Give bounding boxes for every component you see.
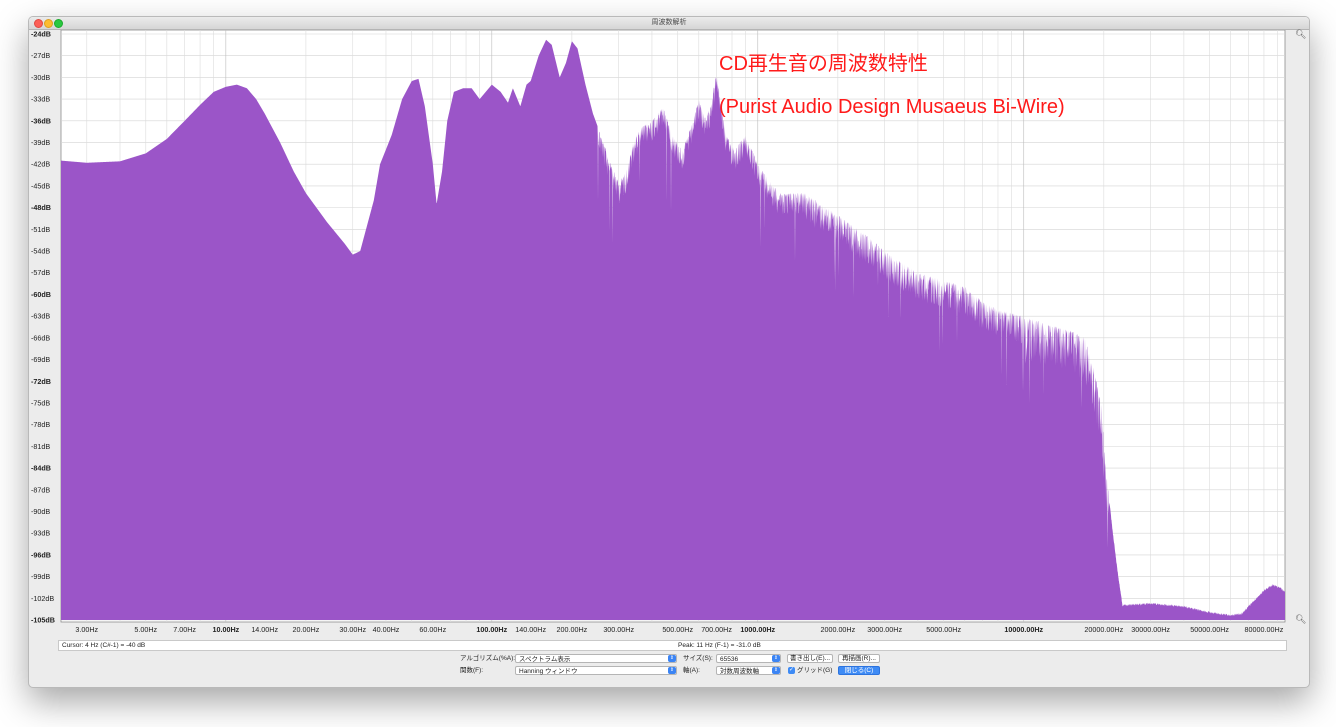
y-tick-label: -105dB [31, 616, 55, 625]
x-tick-label: 20000.00Hz [1084, 625, 1123, 634]
redraw-button[interactable]: 再描画(R)... [838, 654, 880, 663]
y-tick-label: -87dB [31, 485, 50, 494]
close-button[interactable]: 閉じる(C) [838, 666, 880, 675]
x-tick-label: 700.00Hz [701, 625, 732, 634]
annotation-subtitle: (Purist Audio Design Musaeus Bi-Wire) [719, 96, 1065, 118]
axis-select[interactable]: 対数周波数軸 ⇕ [716, 666, 781, 675]
y-tick-label: -57dB [31, 268, 50, 277]
y-tick-label: -27dB [31, 51, 50, 60]
size-select-value: 65536 [720, 656, 739, 663]
y-tick-label: -63dB [31, 312, 50, 321]
grid-checkbox[interactable]: ✓ [788, 667, 795, 674]
x-tick-label: 50000.00Hz [1190, 625, 1229, 634]
magnifier-icon[interactable]: 🔍︎ [1295, 29, 1306, 40]
x-tick-label: 60.00Hz [419, 625, 446, 634]
x-tick-label: 7.00Hz [173, 625, 196, 634]
chevron-updown-icon: ⇕ [772, 667, 780, 674]
algorithm-label: アルゴリズム(%A): [460, 655, 516, 662]
magnifier-icon[interactable]: 🔍︎ [1295, 614, 1306, 625]
function-label: 関数(F): [460, 667, 484, 674]
export-button[interactable]: 書き出し(E)... [787, 654, 833, 663]
y-tick-label: -42dB [31, 160, 50, 169]
x-tick-label: 30.00Hz [339, 625, 366, 634]
x-tick-label: 80000.00Hz [1245, 625, 1284, 634]
y-tick-label: -69dB [31, 355, 50, 364]
x-tick-label: 30000.00Hz [1131, 625, 1170, 634]
spectrum-analysis-window: 周波数解析 -24dB -27dB -30dB -33dB -36dB -39dB -42d… [28, 16, 1310, 688]
y-tick-label: -30dB [31, 73, 50, 82]
chevron-updown-icon: ⇕ [772, 655, 780, 662]
x-tick-label: 3.00Hz [75, 625, 98, 634]
algorithm-select-value: スペクトラム表示 [519, 656, 571, 663]
chevron-updown-icon: ⇕ [668, 655, 676, 662]
y-tick-label: -81dB [31, 442, 50, 451]
peak-text: Peak: 11 Hz (F-1) = -31.0 dB [678, 642, 761, 649]
function-select-value: Hanning ウィンドウ [519, 668, 578, 675]
function-select[interactable]: Hanning ウィンドウ ⇕ [515, 666, 677, 675]
vertical-scrollbar[interactable] [1297, 45, 1302, 611]
y-tick-label: -51dB [31, 225, 50, 234]
cursor-readout: Cursor: 4 Hz (C#-1) = -40 dB Peak: 11 Hz… [58, 640, 1287, 651]
window-title: 周波数解析 [651, 19, 687, 26]
algorithm-select[interactable]: スペクトラム表示 ⇕ [515, 654, 677, 663]
y-tick-label: -75dB [31, 398, 50, 407]
y-tick-label: -96dB [31, 550, 51, 559]
y-tick-label: -84dB [31, 464, 51, 473]
y-tick-label: -24dB [31, 30, 51, 39]
x-tick-label: 20.00Hz [293, 625, 320, 634]
y-tick-label: -45dB [31, 181, 50, 190]
y-tick-label: -99dB [31, 572, 50, 581]
x-tick-label: 140.00Hz [515, 625, 546, 634]
size-label: サイズ(S): [683, 655, 713, 662]
x-tick-label: 5.00Hz [134, 625, 157, 634]
y-tick-label: -54dB [31, 247, 50, 256]
x-tick-label: 300.00Hz [603, 625, 634, 634]
cursor-text: Cursor: 4 Hz (C#-1) = -40 dB [62, 642, 146, 649]
x-tick-label: 3000.00Hz [867, 625, 902, 634]
y-tick-label: -60dB [31, 290, 51, 299]
x-tick-label: 2000.00Hz [820, 625, 855, 634]
spectrum-plot[interactable]: -24dB -27dB -30dB -33dB -36dB -39dB -42dB -45dB… [29, 30, 1309, 640]
y-tick-label: -33dB [31, 95, 50, 104]
x-tick-label: 14.00Hz [251, 625, 278, 634]
y-axis-labels: -24dB -27dB -30dB -33dB -36dB -39dB -42dB -45dB… [31, 30, 55, 625]
x-tick-label: 5000.00Hz [926, 625, 961, 634]
y-tick-label: -93dB [31, 529, 50, 538]
y-tick-label: -90dB [31, 507, 50, 516]
y-tick-label: -78dB [31, 420, 50, 429]
x-tick-label: 10.00Hz [212, 625, 239, 634]
annotation-title: CD再生音の周波数特性 [719, 52, 928, 75]
chevron-updown-icon: ⇕ [668, 667, 676, 674]
axis-select-value: 対数周波数軸 [720, 668, 759, 675]
x-tick-label: 1000.00Hz [740, 625, 775, 634]
y-tick-label: -66dB [31, 333, 50, 342]
y-tick-label: -102dB [31, 594, 54, 603]
grid-checkbox-label[interactable]: グリッド(G) [797, 666, 832, 676]
x-tick-label: 100.00Hz [476, 625, 507, 634]
y-tick-label: -39dB [31, 138, 50, 147]
x-tick-label: 200.00Hz [556, 625, 587, 634]
axis-label: 軸(A): [683, 667, 700, 674]
size-select[interactable]: 65536 ⇕ [716, 654, 781, 663]
y-tick-label: -36dB [31, 116, 51, 125]
x-tick-label: 500.00Hz [662, 625, 693, 634]
title-bar: 周波数解析 [29, 17, 1309, 30]
y-tick-label: -48dB [31, 203, 51, 212]
x-axis-labels: 3.00Hz 5.00Hz 7.00Hz 10.00Hz 14.00Hz 20.00Hz 3… [75, 625, 1283, 634]
y-tick-label: -72dB [31, 377, 51, 386]
x-tick-label: 10000.00Hz [1004, 625, 1043, 634]
x-tick-label: 40.00Hz [373, 625, 400, 634]
